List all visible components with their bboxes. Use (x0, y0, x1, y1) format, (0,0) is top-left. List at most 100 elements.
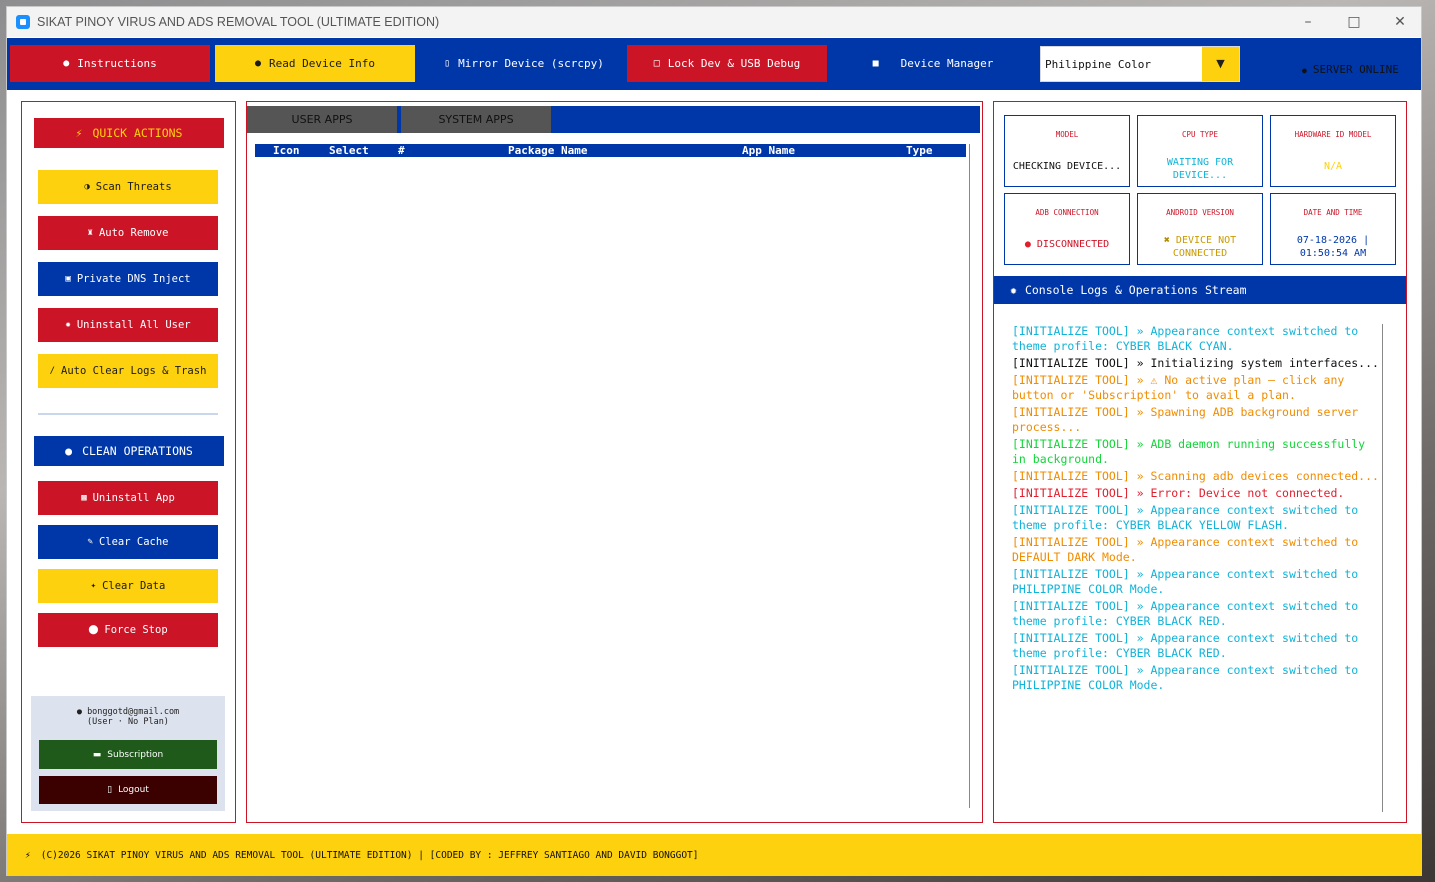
read-device-label: Read Device Info (269, 57, 375, 70)
col-number[interactable]: # (398, 144, 405, 157)
phone-icon: ▯ (444, 58, 451, 69)
uninstall-app-button[interactable]: ▩ Uninstall App (38, 481, 218, 515)
android-value-row: ✖ DEVICE NOT CONNECTED (1138, 234, 1262, 260)
logout-button[interactable]: ▯ Logout (39, 776, 217, 804)
minimize-button[interactable]: – (1285, 7, 1331, 37)
chevron-down-icon[interactable]: ▼ (1202, 47, 1239, 81)
adb-label: ADB CONNECTION (1035, 208, 1099, 217)
clear-logs-button[interactable]: ∕ Auto Clear Logs & Trash (38, 354, 218, 388)
broom-icon: ∕ (49, 366, 55, 376)
dns-icon: ▣ (65, 274, 71, 284)
close-button[interactable]: ✕ (1377, 7, 1421, 37)
trash-icon: ▩ (81, 493, 87, 503)
log-line: [INITIALIZE TOOL] » Scanning adb devices… (1012, 469, 1379, 483)
quick-actions-title: QUICK ACTIONS (92, 126, 183, 140)
clear-data-button[interactable]: ✦ Clear Data (38, 569, 218, 603)
clean-ops-header: ● CLEAN OPERATIONS (34, 436, 224, 466)
disconnected-dot-icon: ● (1024, 239, 1031, 250)
model-value: CHECKING DEVICE... (1012, 161, 1122, 172)
col-package-name[interactable]: Package Name (508, 144, 587, 157)
clear-logs-label: Auto Clear Logs & Trash (61, 365, 207, 377)
mirror-device-label: Mirror Device (scrcpy) (458, 57, 604, 70)
apps-panel: USER APPS SYSTEM APPS Icon Select # Pack… (246, 101, 983, 823)
datetime-card: DATE AND TIME 07-18-2026 | 01:50:54 AM (1270, 193, 1396, 265)
model-label: MODEL (1055, 130, 1079, 139)
footer-text: (C)2026 SIKAT PINOY VIRUS AND ADS REMOVA… (40, 850, 699, 861)
col-icon[interactable]: Icon (273, 144, 300, 157)
monitor-icon: ■ (872, 58, 879, 69)
shield-icon: ♜ (87, 228, 93, 238)
user-email: bonggotd@gmail.com (87, 707, 180, 717)
app-icon (16, 15, 30, 29)
gear-icon: ✹ (1010, 283, 1017, 297)
server-status: ● SERVER ONLINE (1302, 63, 1399, 76)
model-card: MODEL CHECKING DEVICE... (1004, 115, 1130, 187)
scan-threats-label: Scan Threats (95, 181, 172, 193)
user-plan: (User · No Plan) (87, 717, 169, 727)
col-select[interactable]: Select (329, 144, 369, 157)
pin-icon: ● (63, 58, 70, 69)
instructions-button[interactable]: ● Instructions (10, 45, 210, 82)
console-header: ✹ Console Logs & Operations Stream (994, 276, 1406, 304)
uninstall-all-button[interactable]: ✹ Uninstall All User (38, 308, 218, 342)
log-line: [INITIALIZE TOOL] » Spawning ADB backgro… (1012, 405, 1359, 434)
cpu-card: CPU TYPE WAITING FOR DEVICE... (1137, 115, 1263, 187)
mirror-device-button[interactable]: ▯ Mirror Device (scrcpy) (421, 45, 627, 82)
hwid-label: HARDWARE ID MODEL (1294, 130, 1372, 139)
user-email-row: ● bonggotd@gmail.com (31, 707, 225, 717)
bolt-icon: ⚡ (75, 126, 83, 140)
log-line: [INITIALIZE TOOL] » Initializing system … (1012, 356, 1379, 370)
clean-ops-title: CLEAN OPERATIONS (82, 444, 193, 458)
hwid-value: N/A (1323, 161, 1343, 172)
subscription-button[interactable]: ▬ Subscription (39, 740, 217, 769)
theme-select[interactable]: Philippine Color ▼ (1040, 46, 1240, 82)
clear-data-label: Clear Data (102, 580, 166, 592)
log-line: [INITIALIZE TOOL] » Appearance context s… (1012, 535, 1359, 564)
user-icon: ● (76, 707, 82, 717)
user-info: ● bonggotd@gmail.com (User · No Plan) (31, 707, 225, 727)
read-device-button[interactable]: ● Read Device Info (215, 45, 415, 82)
force-stop-button[interactable]: ⬤ Force Stop (38, 613, 218, 647)
device-manager-button[interactable]: ■ Device Manager (833, 45, 1033, 82)
col-app-name[interactable]: App Name (742, 144, 795, 157)
pin-icon: ● (255, 58, 262, 69)
scan-icon: ◑ (84, 182, 90, 192)
apps-tab-bar: USER APPS SYSTEM APPS (247, 106, 980, 133)
tab-system-apps[interactable]: SYSTEM APPS (401, 106, 551, 133)
scan-threats-button[interactable]: ◑ Scan Threats (38, 170, 218, 204)
col-type[interactable]: Type (906, 144, 933, 157)
log-line: [INITIALIZE TOOL] » ADB daemon running s… (1012, 437, 1366, 466)
console-title: Console Logs & Operations Stream (1024, 283, 1247, 297)
private-dns-button[interactable]: ▣ Private DNS Inject (38, 262, 218, 296)
adb-value-row: ● DISCONNECTED (1005, 238, 1129, 251)
log-line: [INITIALIZE TOOL] » Appearance context s… (1012, 599, 1359, 628)
android-label: ANDROID VERSION (1166, 208, 1234, 217)
clear-cache-button[interactable]: ✎ Clear Cache (38, 525, 218, 559)
console-scrollbar[interactable] (1382, 324, 1383, 812)
auto-remove-button[interactable]: ♜ Auto Remove (38, 216, 218, 250)
lock-icon: □ (653, 58, 660, 69)
adb-value: DISCONNECTED (1036, 239, 1110, 250)
status-dot-icon: ● (1302, 66, 1307, 75)
x-mark-icon: ✖ (1163, 235, 1170, 246)
force-stop-label: Force Stop (104, 624, 168, 636)
cpu-label: CPU TYPE (1181, 130, 1219, 139)
maximize-button[interactable]: □ (1331, 7, 1377, 37)
sidebar-panel: ⚡ QUICK ACTIONS ◑ Scan Threats ♜ Auto Remo… (21, 101, 236, 823)
private-dns-label: Private DNS Inject (76, 273, 191, 285)
datetime-label: DATE AND TIME (1303, 208, 1363, 217)
top-toolbar: ● Instructions ● Read Device Info ▯ Mirr… (7, 38, 1421, 90)
log-line: [INITIALIZE TOOL] » Appearance context s… (1012, 324, 1359, 353)
log-line: [INITIALIZE TOOL] » ⚠ No active plan — c… (1012, 373, 1345, 402)
clear-cache-label: Clear Cache (98, 536, 169, 548)
lock-dev-button[interactable]: □ Lock Dev & USB Debug (627, 45, 827, 82)
apps-table-scrollbar[interactable] (969, 144, 970, 808)
apps-table-header: Icon Select # Package Name App Name Type (255, 144, 966, 157)
console-log: [INITIALIZE TOOL] » Appearance context s… (1012, 324, 1382, 695)
app-window: SIKAT PINOY VIRUS AND ADS REMOVAL TOOL (… (6, 6, 1422, 876)
logout-label: Logout (118, 785, 149, 795)
uninstall-all-label: Uninstall All User (76, 319, 191, 331)
android-value: DEVICE NOT CONNECTED (1172, 235, 1237, 259)
tab-user-apps[interactable]: USER APPS (247, 106, 397, 133)
log-line: [INITIALIZE TOOL] » Appearance context s… (1012, 567, 1359, 596)
